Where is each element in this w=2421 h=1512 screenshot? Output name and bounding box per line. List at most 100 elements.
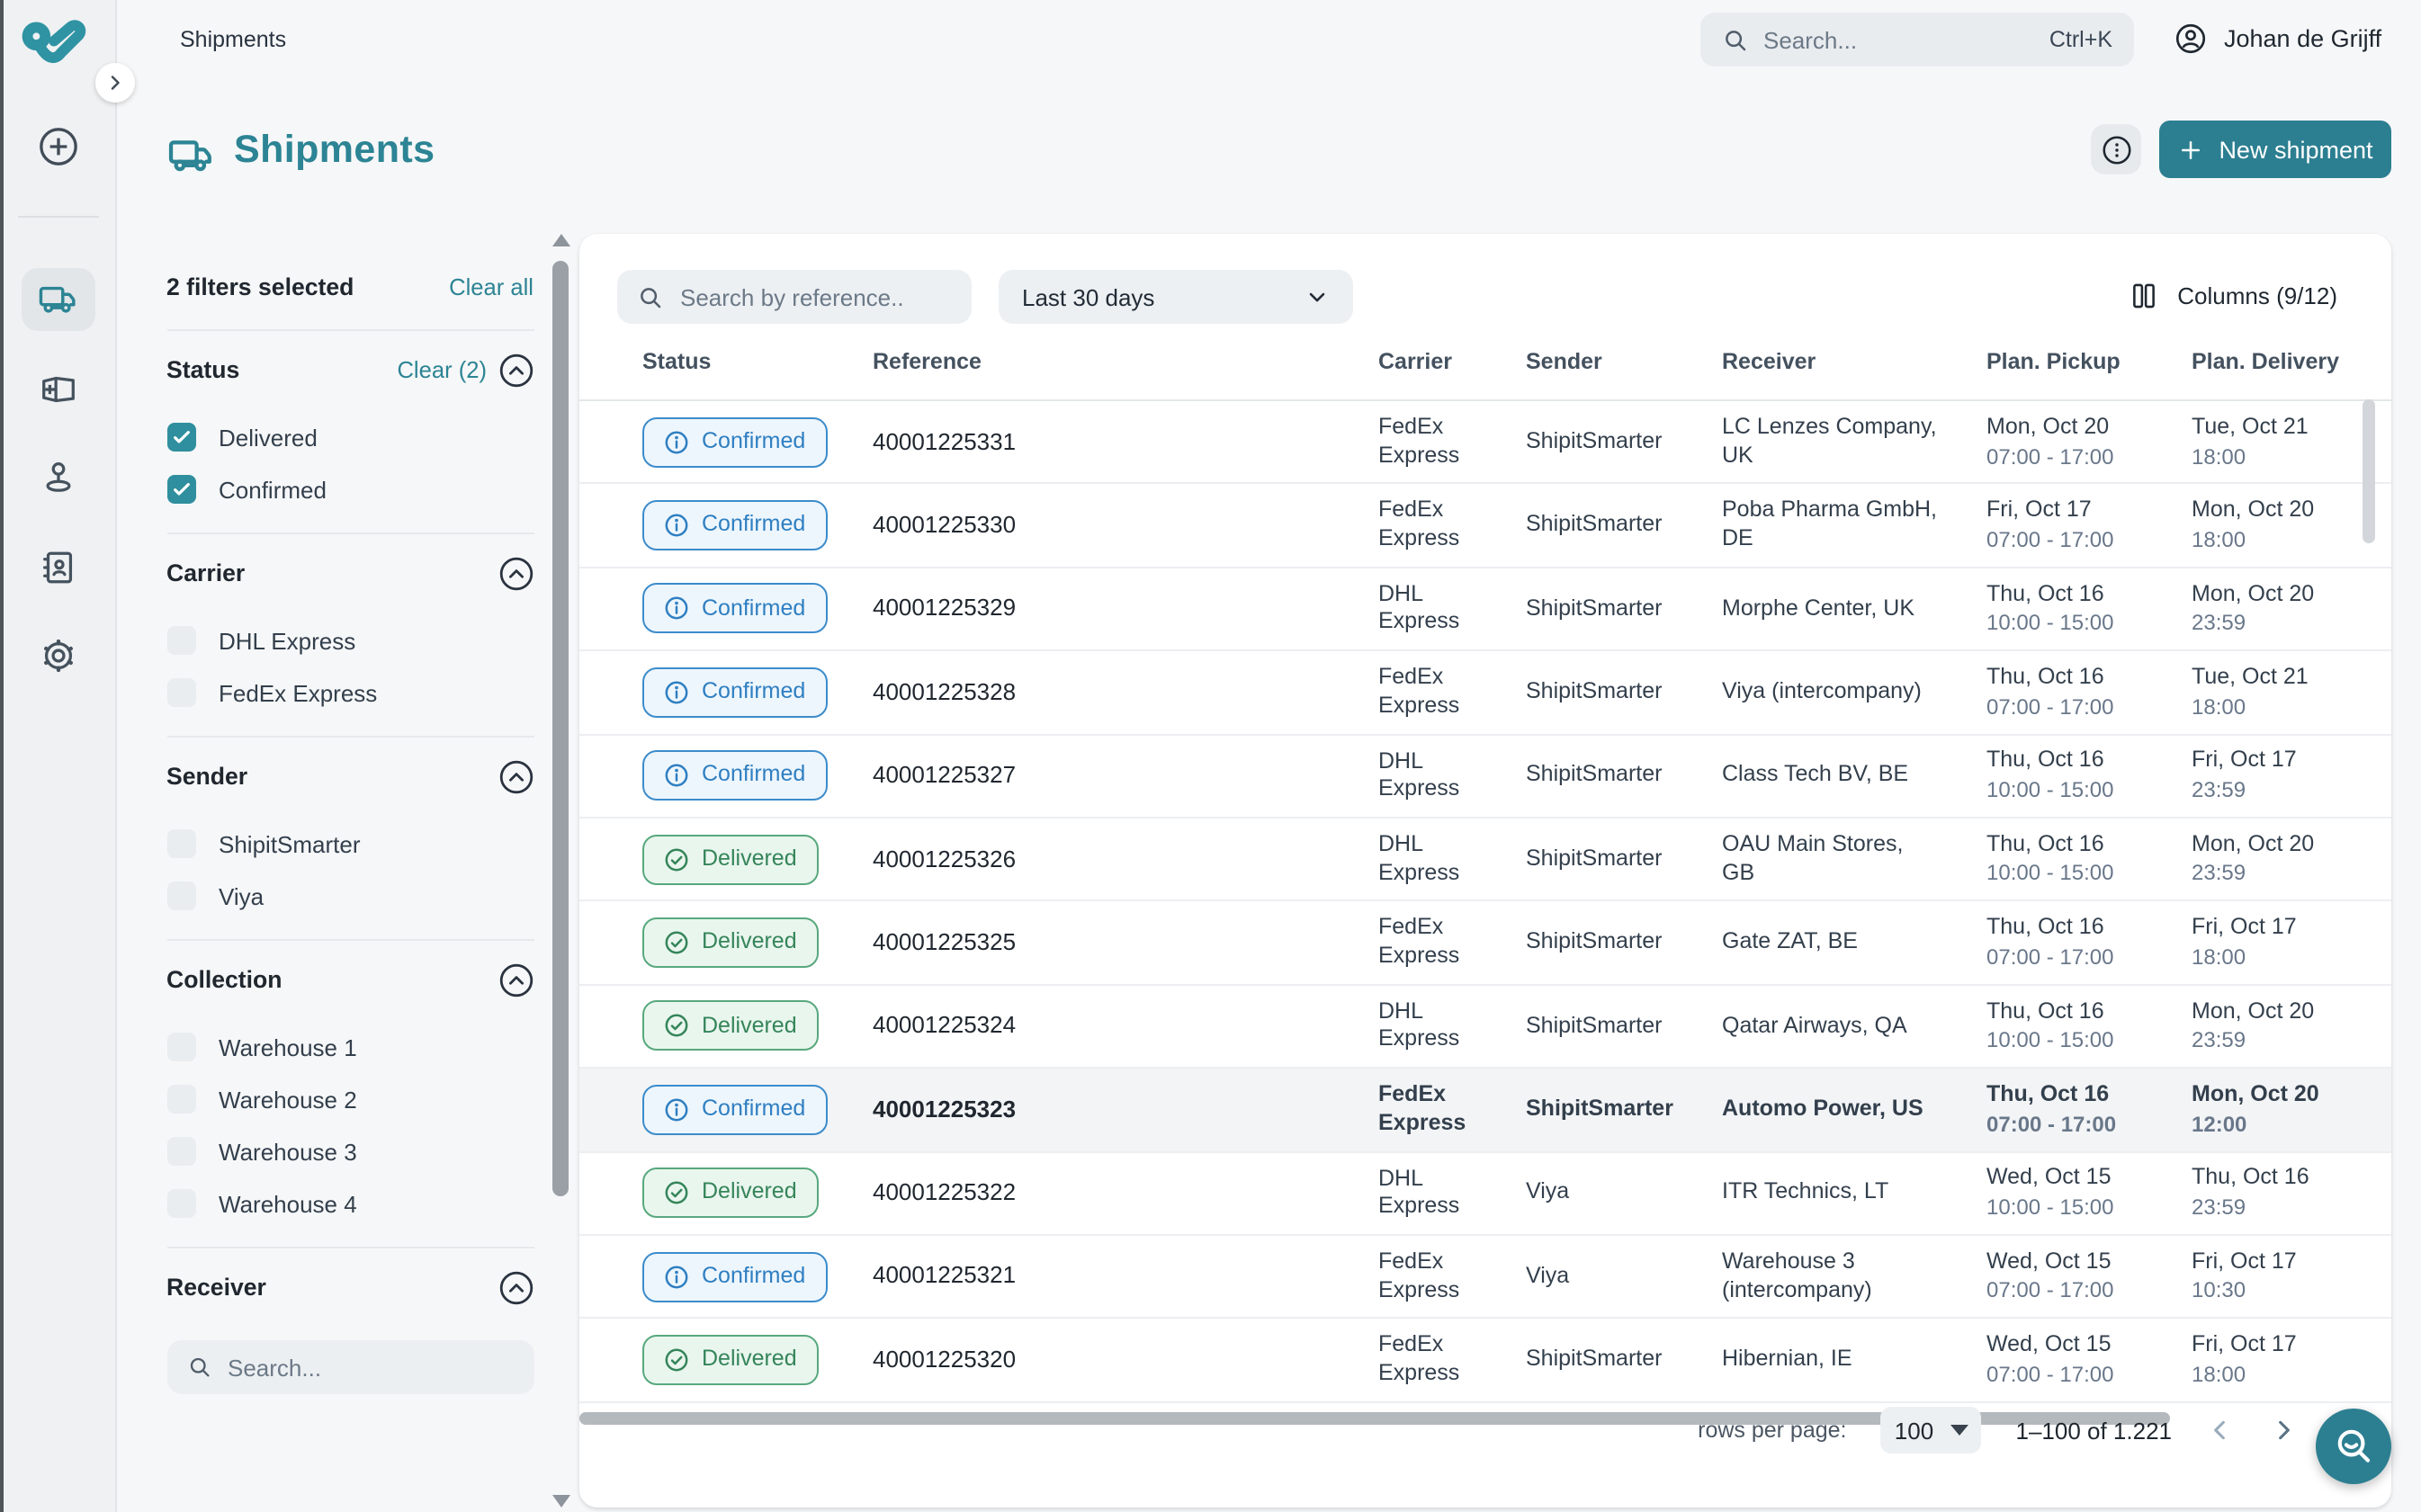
- column-header-status[interactable]: Status: [642, 349, 873, 399]
- table-row[interactable]: Confirmed40001225331FedEx ExpressShipitS…: [579, 401, 2391, 485]
- table-vertical-scrollbar-thumb[interactable]: [2363, 399, 2375, 543]
- table-row[interactable]: Confirmed40001225329DHL ExpressShipitSma…: [579, 568, 2391, 652]
- reference-search-input[interactable]: Search by reference..: [617, 270, 972, 324]
- checkbox-unchecked[interactable]: [166, 881, 195, 910]
- filter-scrollbar[interactable]: [551, 230, 569, 1511]
- user-menu[interactable]: Johan de Grijff: [2174, 22, 2381, 56]
- filter-option[interactable]: DHL Express: [166, 626, 534, 655]
- sidebar-item-locations[interactable]: [22, 446, 95, 509]
- table-row[interactable]: Delivered40001225320FedEx ExpressShipitS…: [579, 1320, 2391, 1403]
- breadcrumb[interactable]: Shipments: [180, 27, 286, 52]
- filter-option[interactable]: ShipitSmarter: [166, 829, 534, 858]
- table-row[interactable]: Confirmed40001225321FedEx ExpressViyaWar…: [579, 1236, 2391, 1320]
- column-header-sender[interactable]: Sender: [1526, 349, 1722, 399]
- status-badge[interactable]: Delivered: [642, 917, 819, 968]
- planned-delivery-cell: Mon, Oct 2012:00: [2192, 1081, 2381, 1138]
- table-row[interactable]: Confirmed40001225330FedEx ExpressShipitS…: [579, 485, 2391, 568]
- reference-cell[interactable]: 40001225327: [873, 761, 1378, 791]
- sidebar-item-settings[interactable]: [22, 624, 95, 687]
- sidebar-item-shipments[interactable]: [22, 268, 95, 331]
- rows-per-page-select[interactable]: 100: [1881, 1407, 1982, 1454]
- reference-cell[interactable]: 40001225322: [873, 1178, 1378, 1208]
- scroll-down-arrow-icon[interactable]: [552, 1495, 570, 1508]
- chevron-up-circle-icon[interactable]: [498, 352, 534, 388]
- previous-page-button[interactable]: [2206, 1416, 2235, 1445]
- reference-cell[interactable]: 40001225323: [873, 1095, 1378, 1124]
- checkbox-unchecked[interactable]: [166, 1137, 195, 1166]
- reference-cell[interactable]: 40001225331: [873, 427, 1378, 457]
- checkbox-checked[interactable]: [166, 423, 195, 452]
- column-header-reference[interactable]: Reference: [873, 349, 1378, 399]
- support-search-fab[interactable]: [2316, 1409, 2391, 1484]
- status-badge[interactable]: Confirmed: [642, 667, 827, 718]
- filter-option[interactable]: Warehouse 3: [166, 1137, 534, 1166]
- reference-cell[interactable]: 40001225320: [873, 1346, 1378, 1375]
- chevron-up-circle-icon[interactable]: [498, 1269, 534, 1305]
- column-header-carrier[interactable]: Carrier: [1378, 349, 1526, 399]
- table-row[interactable]: Confirmed40001225328FedEx ExpressShipitS…: [579, 651, 2391, 735]
- receiver-search-input[interactable]: Search...: [166, 1340, 534, 1394]
- global-search-input[interactable]: Search... Ctrl+K: [1700, 13, 2134, 67]
- reference-cell[interactable]: 40001225325: [873, 928, 1378, 958]
- clear-all-filters-link[interactable]: Clear all: [449, 273, 534, 300]
- chevron-up-circle-icon[interactable]: [498, 555, 534, 591]
- filter-option[interactable]: FedEx Express: [166, 678, 534, 707]
- checkbox-unchecked[interactable]: [166, 1085, 195, 1114]
- table-row[interactable]: Delivered40001225324DHL ExpressShipitSma…: [579, 985, 2391, 1069]
- filter-option[interactable]: Warehouse 2: [166, 1085, 534, 1114]
- sidebar-expand-button[interactable]: [95, 63, 135, 103]
- reference-cell[interactable]: 40001225329: [873, 595, 1378, 624]
- column-header-receiver[interactable]: Receiver: [1722, 349, 1986, 399]
- status-badge[interactable]: Confirmed: [642, 584, 827, 634]
- status-badge[interactable]: Delivered: [642, 1335, 819, 1385]
- status-badge-label: Delivered: [702, 1346, 797, 1373]
- filter-option[interactable]: Warehouse 4: [166, 1189, 534, 1218]
- status-badge[interactable]: Confirmed: [642, 416, 827, 467]
- status-badge[interactable]: Confirmed: [642, 1085, 827, 1135]
- table-row[interactable]: Delivered40001225326DHL ExpressShipitSma…: [579, 819, 2391, 902]
- filter-option[interactable]: Confirmed: [166, 475, 534, 504]
- checkbox-unchecked[interactable]: [166, 1189, 195, 1218]
- checkbox-unchecked[interactable]: [166, 678, 195, 707]
- clear-status-filter-link[interactable]: Clear (2): [397, 356, 487, 383]
- next-page-button[interactable]: [2269, 1416, 2298, 1445]
- filter-option[interactable]: Delivered: [166, 423, 534, 452]
- columns-button[interactable]: Columns (9/12): [2129, 281, 2337, 311]
- create-new-icon[interactable]: [36, 124, 81, 169]
- page-more-options-button[interactable]: [2091, 124, 2141, 174]
- brand-logo-icon[interactable]: [20, 16, 95, 74]
- reference-cell[interactable]: 40001225321: [873, 1262, 1378, 1292]
- new-shipment-button[interactable]: New shipment: [2159, 121, 2391, 178]
- status-badge[interactable]: Confirmed: [642, 1251, 827, 1302]
- column-header-plan-pickup[interactable]: Plan. Pickup: [1986, 349, 2192, 399]
- sidebar-item-containers[interactable]: [22, 358, 95, 421]
- reference-cell[interactable]: 40001225328: [873, 677, 1378, 707]
- checkbox-unchecked[interactable]: [166, 829, 195, 858]
- reference-cell[interactable]: 40001225324: [873, 1012, 1378, 1042]
- checkbox-checked[interactable]: [166, 475, 195, 504]
- column-header-plan-delivery[interactable]: Plan. Delivery: [2192, 349, 2381, 399]
- reference-cell[interactable]: 40001225326: [873, 845, 1378, 874]
- planned-pickup-cell-time: 10:00 - 15:00: [1986, 861, 2174, 888]
- table-row[interactable]: Delivered40001225322DHL ExpressViyaITR T…: [579, 1152, 2391, 1236]
- chevron-up-circle-icon[interactable]: [498, 758, 534, 794]
- table-row[interactable]: Delivered40001225325FedEx ExpressShipitS…: [579, 902, 2391, 986]
- reference-cell[interactable]: 40001225330: [873, 511, 1378, 541]
- scroll-up-arrow-icon[interactable]: [552, 234, 570, 246]
- table-row[interactable]: Confirmed40001225327DHL ExpressShipitSma…: [579, 735, 2391, 819]
- checkbox-unchecked[interactable]: [166, 1033, 195, 1061]
- sidebar-item-contacts[interactable]: [22, 536, 95, 599]
- status-badge[interactable]: Delivered: [642, 1001, 819, 1051]
- table-row[interactable]: Confirmed40001225323FedEx ExpressShipitS…: [579, 1069, 2391, 1152]
- filter-option[interactable]: Warehouse 1: [166, 1033, 534, 1061]
- date-range-select[interactable]: Last 30 days: [999, 270, 1353, 324]
- filter-option[interactable]: Viya: [166, 881, 534, 910]
- chevron-up-circle-icon[interactable]: [498, 962, 534, 998]
- status-badge[interactable]: Delivered: [642, 1168, 819, 1218]
- status-badge[interactable]: Delivered: [642, 834, 819, 884]
- status-badge[interactable]: Confirmed: [642, 751, 827, 801]
- status-badge[interactable]: Confirmed: [642, 500, 827, 550]
- checkbox-unchecked[interactable]: [166, 626, 195, 655]
- filter-scrollbar-thumb[interactable]: [552, 261, 569, 1196]
- planned-delivery-cell-date: Mon, Oct 20: [2192, 1081, 2363, 1109]
